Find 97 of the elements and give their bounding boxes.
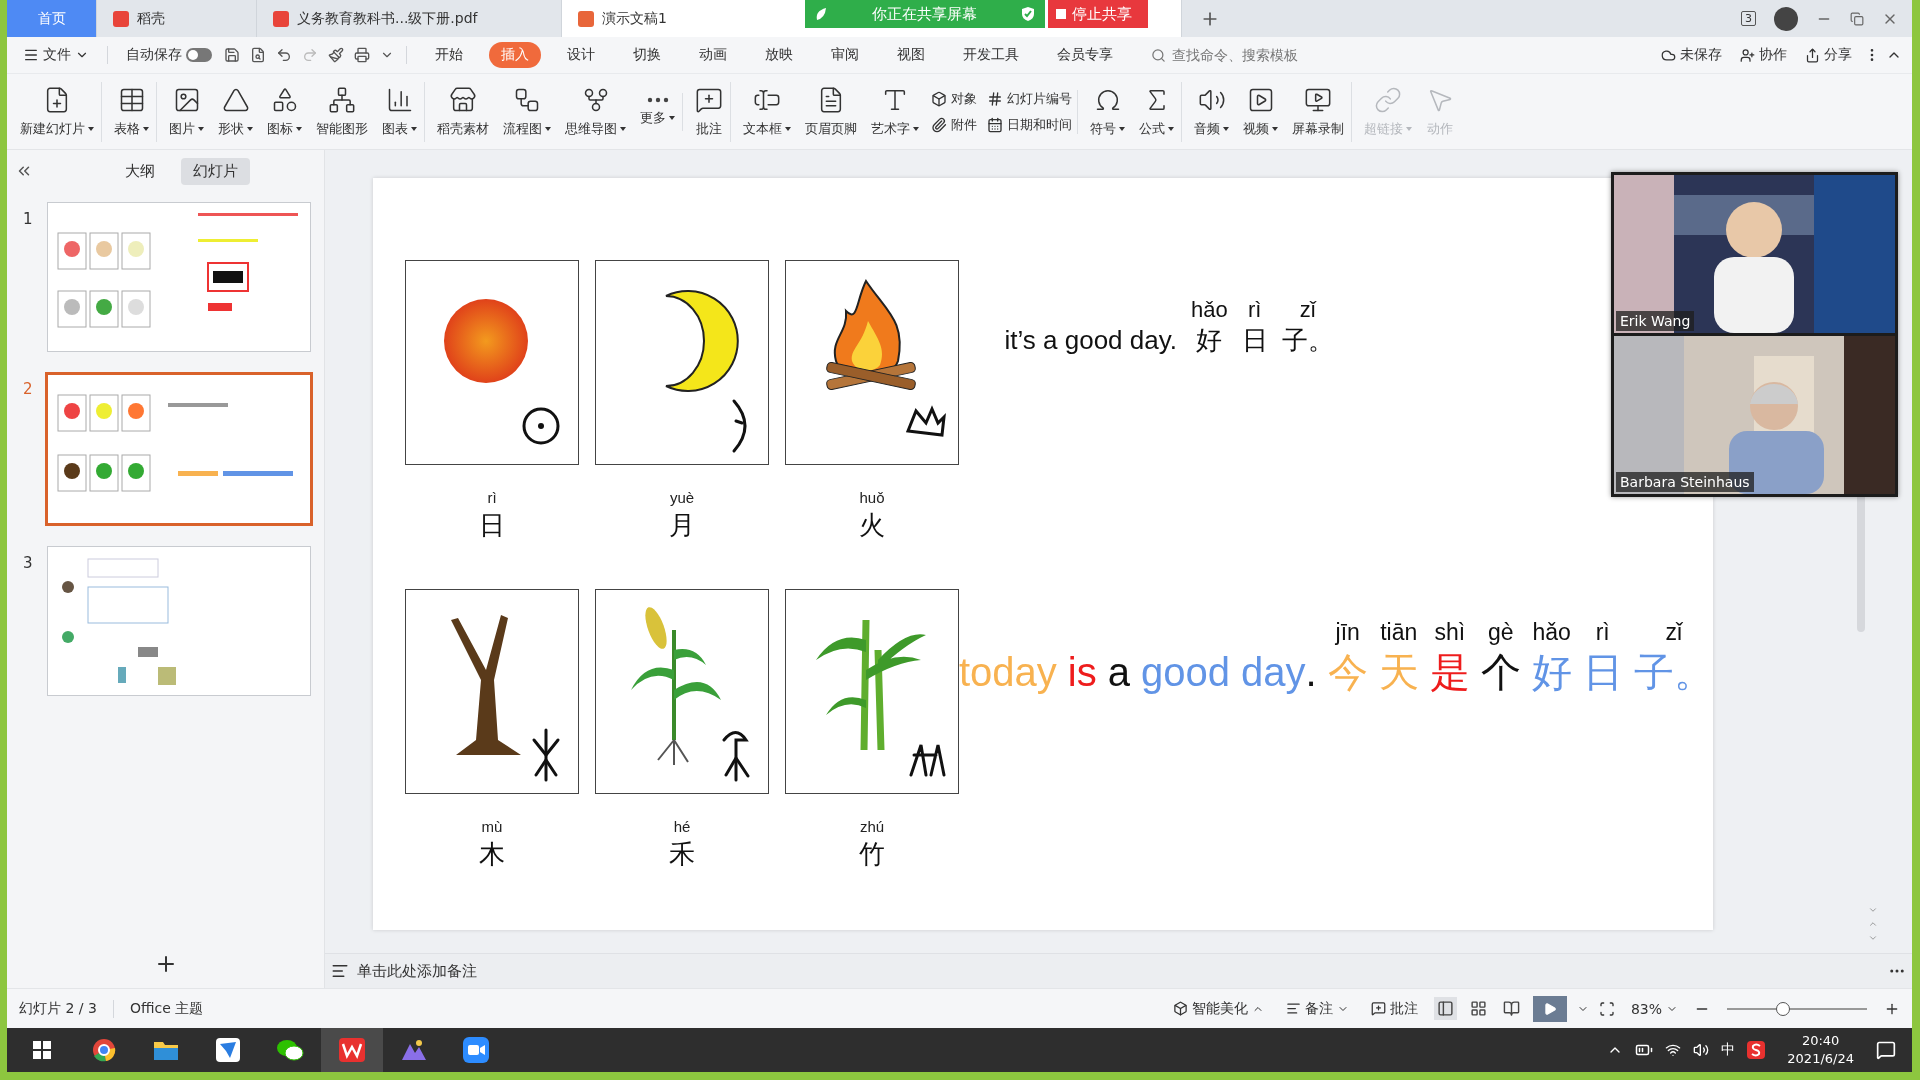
ribbon-button[interactable]: 思维导图 xyxy=(558,81,633,142)
input-method-indicator[interactable]: 中 xyxy=(1721,1041,1736,1059)
character-text: 天 xyxy=(1378,649,1419,697)
pinyin-text: huǒ xyxy=(859,489,885,506)
sentence-text: a xyxy=(1107,649,1130,697)
ribbon-button[interactable]: 智能图形 xyxy=(309,81,375,142)
pinyin-text: yuè xyxy=(669,489,695,506)
document-tab[interactable]: 稻壳 xyxy=(97,0,257,37)
ribbon-tab[interactable]: 会员专享 xyxy=(1045,42,1125,68)
notes-button[interactable]: 备注 xyxy=(1279,995,1355,1022)
pinyin-text: gè xyxy=(1487,618,1514,648)
beautify-button[interactable]: 智能美化 xyxy=(1166,995,1270,1022)
ribbon-button[interactable]: 视频 xyxy=(1236,81,1285,142)
theme-name: Office 主题 xyxy=(129,999,204,1018)
sentence-text: is xyxy=(1067,649,1097,697)
character-text: 好 xyxy=(1196,325,1223,357)
panel-tab[interactable]: 幻灯片 xyxy=(181,157,250,185)
autosave-toggle[interactable]: 自动保存 xyxy=(120,42,218,68)
character-text: 个 xyxy=(1480,649,1521,697)
pinyin-text: hǎo xyxy=(1532,618,1571,648)
taskbar-clock[interactable]: 20:40 2021/6/24 xyxy=(1787,1032,1854,1068)
ribbon-small-button[interactable]: 日期和时间 xyxy=(987,115,1072,134)
ribbon-button[interactable]: 表格 xyxy=(107,81,157,142)
notes-placeholder[interactable]: 单击此处添加备注 xyxy=(357,961,477,981)
character-text: 日 xyxy=(479,509,505,542)
ribbon-button[interactable]: 页眉页脚 xyxy=(798,81,864,142)
pinyin-text: zǐ xyxy=(1299,296,1316,325)
ribbon-button[interactable]: 形状 xyxy=(211,81,260,142)
pinyin-text: rì xyxy=(1595,618,1610,648)
ribbon-button[interactable]: 图标 xyxy=(260,81,309,142)
ribbon-button[interactable]: 音频 xyxy=(1187,81,1236,142)
participant-name: Barbara Steinhaus xyxy=(1616,472,1754,492)
character-text: 禾 xyxy=(669,838,695,871)
ribbon-button[interactable]: 更多 xyxy=(633,92,683,131)
ribbon-button[interactable]: 流程图 xyxy=(496,81,558,142)
ribbon-button[interactable]: 艺术字 xyxy=(864,81,926,142)
character-text: 日 xyxy=(1582,649,1623,697)
ribbon-small-button[interactable]: 幻灯片编号 xyxy=(987,89,1072,108)
ribbon-tab[interactable]: 视图 xyxy=(885,42,937,68)
pinyin-text: tiān xyxy=(1380,618,1418,648)
slide-number: 3 xyxy=(23,554,34,572)
file-menu[interactable]: 文件 xyxy=(17,42,95,68)
character-text: 月 xyxy=(669,509,695,542)
ribbon-small-button[interactable]: 对象 xyxy=(931,89,977,108)
stop-sharing-button[interactable]: 停止共享 xyxy=(1048,0,1148,28)
slide-counter: 幻灯片 2 / 3 xyxy=(19,999,97,1018)
window-count-badge[interactable]: 3 xyxy=(1741,11,1756,26)
ribbon-tab[interactable]: 动画 xyxy=(687,42,739,68)
character-text: 是 xyxy=(1429,649,1470,697)
command-search-field[interactable]: 查找命令、搜索模板 xyxy=(1170,46,1320,64)
pinyin-text: jīn xyxy=(1335,618,1360,648)
comment-button[interactable]: 批注 xyxy=(1364,995,1424,1022)
pinyin-text: zǐ xyxy=(1665,618,1683,648)
header-action-button[interactable]: 协作 xyxy=(1734,42,1793,68)
ribbon-small-button[interactable]: 附件 xyxy=(931,115,977,134)
character-text: 今 xyxy=(1327,649,1368,697)
sharing-status-text: 你正在共享屏幕 xyxy=(871,4,977,24)
ribbon-button[interactable]: 稻壳素材 xyxy=(430,81,496,142)
participant-name: Erik Wang xyxy=(1616,311,1695,331)
pinyin-text: zhú xyxy=(859,818,885,835)
ribbon-tab[interactable]: 开始 xyxy=(423,42,475,68)
pinyin-text: mù xyxy=(481,818,503,835)
slide-number: 2 xyxy=(23,380,34,398)
sentence-text: today xyxy=(959,649,1057,697)
ribbon-tab[interactable]: 设计 xyxy=(555,42,607,68)
character-text: 日 xyxy=(1241,325,1268,357)
panel-tab[interactable]: 大纲 xyxy=(113,157,167,185)
pinyin-text: rì xyxy=(487,489,497,506)
ribbon-button[interactable]: 图片 xyxy=(162,81,211,142)
pinyin-text: hé xyxy=(673,818,691,835)
ribbon-button[interactable]: 新建幻灯片 xyxy=(13,81,102,142)
slide-number: 1 xyxy=(23,210,34,228)
character-text: 子。 xyxy=(1633,649,1714,697)
sentence-text: . xyxy=(1305,649,1317,697)
ribbon-tab[interactable]: 切换 xyxy=(621,42,673,68)
header-action-button[interactable]: 分享 xyxy=(1799,42,1858,68)
character-text: 子。 xyxy=(1281,325,1334,357)
character-text: 竹 xyxy=(859,838,885,871)
ribbon-button[interactable]: 公式 xyxy=(1132,81,1182,142)
sentence-text: good day xyxy=(1141,649,1306,697)
pinyin-text: shì xyxy=(1434,618,1466,648)
character-text: 好 xyxy=(1531,649,1572,697)
ribbon-tab[interactable]: 审阅 xyxy=(819,42,871,68)
character-text: 木 xyxy=(479,838,505,871)
ribbon-button[interactable]: 图表 xyxy=(375,81,425,142)
ribbon-button[interactable]: 文本框 xyxy=(736,81,798,142)
header-action-button[interactable]: 未保存 xyxy=(1655,42,1728,68)
sentence-text: it’s a good day. xyxy=(1004,325,1177,357)
ribbon-tab[interactable]: 放映 xyxy=(753,42,805,68)
character-text: 火 xyxy=(859,509,885,542)
pinyin-text: rì xyxy=(1248,296,1262,325)
ribbon-button[interactable]: 符号 xyxy=(1083,81,1132,142)
pinyin-text: hǎo xyxy=(1191,296,1228,325)
zoom-level-button[interactable]: 83% xyxy=(1624,996,1684,1021)
ribbon-tab[interactable]: 开发工具 xyxy=(951,42,1031,68)
ribbon-button[interactable]: 批注 xyxy=(688,81,731,142)
ribbon-button[interactable]: 屏幕录制 xyxy=(1285,81,1352,142)
